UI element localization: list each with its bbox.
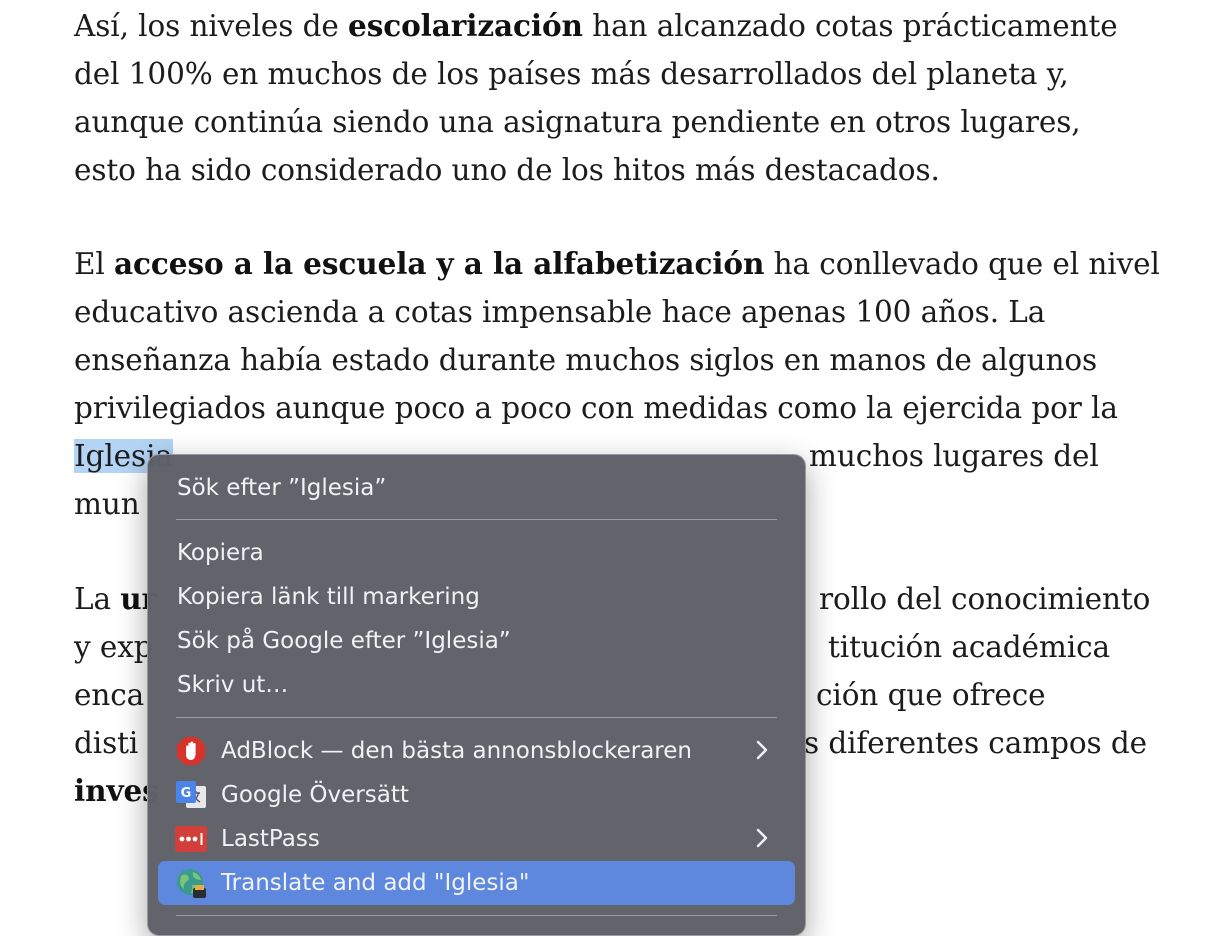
paragraph-line: privilegiados aunque poco a poco con med… [74,391,1118,425]
menu-separator [176,915,777,916]
menu-item-copy[interactable]: Kopiera [158,531,795,575]
bold-term: acceso a la escuela y a la alfabetizació… [114,246,765,281]
svg-text:G: G [181,786,192,801]
paragraph-line: inves [74,767,159,815]
menu-item-search-selection[interactable]: Sök efter ”Iglesia” [158,466,795,510]
menu-separator [176,717,777,718]
context-menu: Sök efter ”Iglesia” Kopiera Kopiera länk… [147,454,806,936]
menu-item-lastpass[interactable]: LastPass [158,817,795,861]
menu-item-translate-add[interactable]: Translate and add "Iglesia" [158,861,795,905]
menu-separator [176,519,777,520]
adblock-hand-icon [175,735,207,767]
menu-item-print[interactable]: Skriv ut… [158,663,795,707]
menu-item-google-translate[interactable]: G Google Översätt [158,773,795,817]
google-translate-icon: G [175,779,207,811]
paragraph-3: La ur rollo del conocimiento y exp titució… [74,575,1151,815]
menu-item-search-google[interactable]: Sök på Google efter ”Iglesia” [158,619,795,663]
bold-term: escolarización [348,8,583,43]
bold-term: inves [74,773,159,808]
paragraph-line: La ur rollo del conocimiento [74,581,1151,616]
chevron-right-icon [755,825,769,857]
paragraph-line: enca ción que ofrece [74,678,1046,712]
paragraph-line: y exp titución académica [74,630,1110,664]
paragraph-line: Así, los niveles de escolarización han a… [74,8,1118,43]
paragraph-line: disti s diferentes campos de [74,726,1147,760]
paragraph-line: aunque continúa siendo una asignatura pe… [74,105,1081,139]
paragraph-line: esto ha sido considerado uno de los hito… [74,153,940,187]
paragraph-line: educativo ascienda a cotas impensable ha… [74,295,1046,329]
paragraph-line: enseñanza había estado durante muchos si… [74,343,1098,377]
menu-item-adblock[interactable]: AdBlock — den bästa annonsblockeraren [158,729,795,773]
paragraph-line: El acceso a la escuela y a la alfabetiza… [74,246,1160,281]
paragraph-line: del 100% en muchos de los países más des… [74,57,1069,91]
lastpass-icon [175,823,207,855]
chevron-right-icon [755,737,769,769]
paragraph-1: Así, los niveles de escolarización han a… [74,2,1118,194]
globe-translate-icon [175,867,207,899]
menu-item-copy-link[interactable]: Kopiera länk till markering [158,575,795,619]
